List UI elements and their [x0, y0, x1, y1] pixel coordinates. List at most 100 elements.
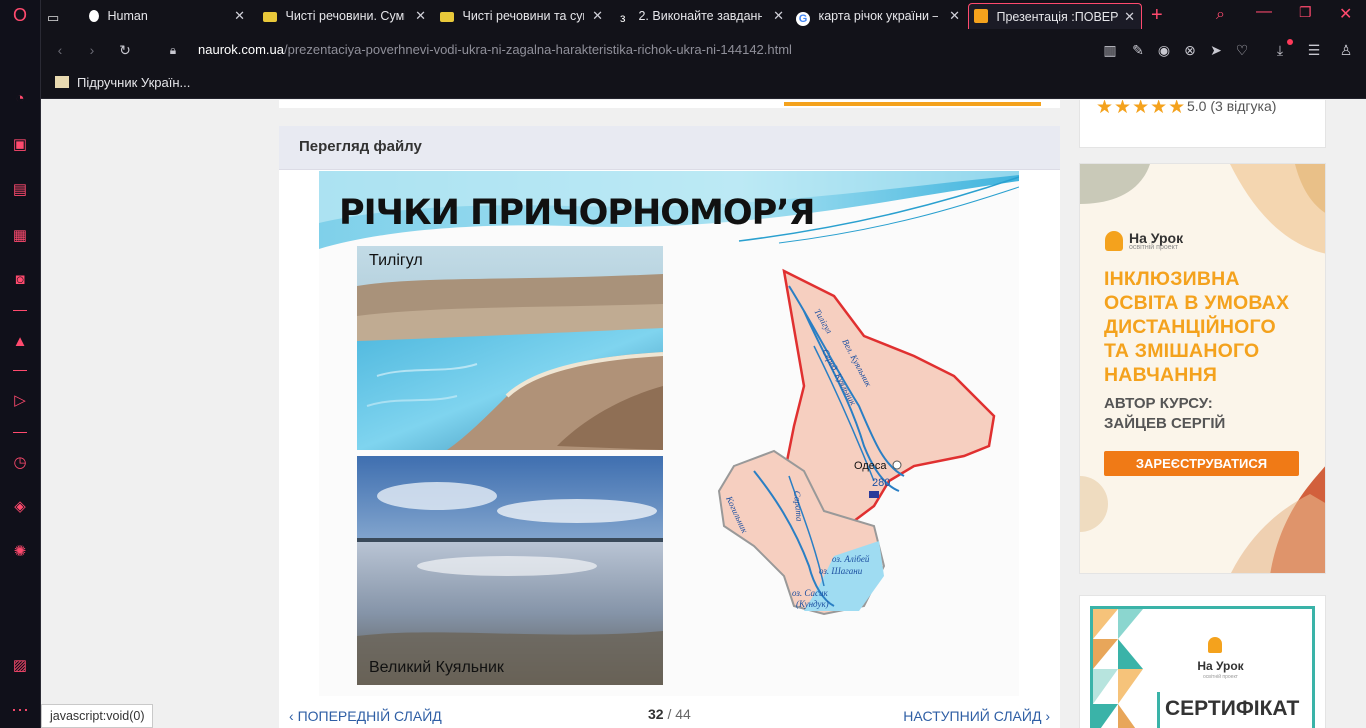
- ad-author-label: АВТОР КУРСУ:: [1104, 395, 1213, 412]
- new-tab-plus-icon[interactable]: +: [1151, 4, 1163, 27]
- presentation-slide[interactable]: РІЧКИ ПРИЧОРНОМОР’Я Тилігул Великий Куял…: [319, 171, 1019, 696]
- close-tab-icon[interactable]: ✕: [415, 3, 426, 29]
- more-dots-icon[interactable]: ⋯: [10, 700, 30, 720]
- file-viewer: Перегляд файлу РІЧКИ ПРИЧОРНОМОР’Я Тиліг…: [279, 126, 1060, 728]
- map-label-shagany: оз. Шагани: [819, 566, 863, 576]
- tab-bar: ▭ Human ✕ Чисті речовини. Суміші ✕ Чисті…: [41, 0, 1366, 31]
- history-icon[interactable]: ◷: [10, 453, 30, 473]
- tab-title: Презентація :ПОВЕРХН: [996, 10, 1118, 24]
- close-tab-icon[interactable]: ✕: [234, 3, 245, 29]
- cert-brand: На Урок: [1197, 659, 1244, 673]
- ad-brand-sub: освітній проект: [1129, 244, 1178, 251]
- viewer-header: Перегляд файлу: [279, 126, 1060, 170]
- briefcase-icon[interactable]: ▣: [10, 135, 30, 155]
- course-ad[interactable]: На Урок освітній проект ІНКЛЮЗИВНА ОСВІТ…: [1079, 163, 1326, 574]
- send-icon[interactable]: ➤: [1207, 41, 1225, 59]
- register-button[interactable]: ЗАРЕЄСТРУВАТИСЯ: [1104, 451, 1299, 476]
- rating-stars: ★★★★★: [1096, 100, 1187, 118]
- edit-icon[interactable]: ✎: [1129, 41, 1147, 59]
- document-icon: з: [620, 11, 626, 25]
- prev-slide-link[interactable]: ‹ ПОПЕРЕДНІЙ СЛАЙД: [289, 708, 442, 724]
- prev-slide-label: ПОПЕРЕДНІЙ СЛАЙД: [297, 708, 442, 724]
- tyligul-aerial-image: [357, 246, 663, 450]
- player-icon[interactable]: ▷: [10, 391, 30, 411]
- speedometer-icon[interactable]: ◔: [10, 89, 30, 109]
- certificate-frame: На Урок освітній проект СЕРТИФІКАТ: [1090, 606, 1315, 728]
- back-icon[interactable]: ‹: [51, 41, 69, 59]
- minimize-icon[interactable]: —: [1256, 3, 1272, 21]
- address-bar[interactable]: naurok.com.ua/prezentaciya-poverhnevi-vo…: [198, 42, 792, 57]
- image-icon[interactable]: ▨: [10, 656, 30, 676]
- tab-human[interactable]: Human ✕: [83, 3, 251, 29]
- bookmark-item[interactable]: Підручник Україн...: [55, 75, 190, 90]
- adblock-icon[interactable]: ⊗: [1181, 41, 1199, 59]
- rating-text: 5.0 (3 відгука): [1187, 100, 1276, 114]
- sidebar-divider: [13, 370, 27, 371]
- download-icon[interactable]: ⤓: [1271, 41, 1289, 59]
- ad-headline-line: ТА ЗМІШАНОГО: [1104, 340, 1260, 362]
- reader-icon[interactable]: ▥: [1101, 41, 1119, 59]
- tab-google[interactable]: G карта річок україни – ✕: [791, 3, 966, 29]
- twitch-icon[interactable]: ▤: [10, 180, 30, 200]
- rivers-map: Одеса 280 Тилігул Вел. Куяльник Серед. К…: [717, 268, 996, 616]
- map-label-alibei: оз. Алібей: [832, 554, 870, 564]
- google-icon: G: [796, 12, 810, 26]
- forward-icon[interactable]: ›: [83, 41, 101, 59]
- status-bar: javascript:void(0): [41, 704, 154, 728]
- search-tabs-icon[interactable]: ⌕: [1216, 6, 1225, 24]
- tab-naurok-active[interactable]: Презентація :ПОВЕРХН ✕: [968, 3, 1142, 29]
- photo-caption: Тилігул: [369, 252, 423, 269]
- lock-icon[interactable]: 🔒︎: [164, 41, 182, 59]
- close-tab-icon[interactable]: ✕: [773, 3, 784, 29]
- tab-title: 2. Виконайте завданн: [638, 9, 763, 23]
- next-slide-label: НАСТУПНИЙ СЛАЙД: [903, 708, 1042, 724]
- kuyalnyk-lake-image: [357, 456, 663, 685]
- photo-kuyalnyk: Великий Куяльник: [357, 456, 663, 685]
- previous-card-edge: [279, 100, 1060, 108]
- settings-gear-icon[interactable]: ✺: [10, 542, 30, 562]
- browser-sidebar: O ◔ ▣ ▤ ▦ ◙ ▲ ▷ ◷ ◈ ✺ ▨ ⋯: [0, 0, 41, 728]
- ad-headline: ІНКЛЮЗИВНА ОСВІТА В УМОВАХ ДИСТАНЦІЙНОГО…: [1104, 267, 1289, 387]
- rating-card: ★★★★★ 5.0 (3 відгука): [1079, 100, 1326, 148]
- url-path: /prezentaciya-poverhnevi-vodi-ukra-ni-za…: [284, 42, 792, 57]
- address-toolbar: ‹ › ↻ 🔒︎ naurok.com.ua/prezentaciya-pove…: [41, 31, 1366, 69]
- close-tab-icon[interactable]: ✕: [1124, 4, 1135, 29]
- orange-button-edge: [784, 102, 1041, 106]
- gamepad-icon[interactable]: ◙: [10, 270, 30, 290]
- easy-setup-icon[interactable]: ☰: [1305, 41, 1323, 59]
- notification-dot: [1287, 39, 1293, 45]
- airplane-icon[interactable]: ▲: [10, 332, 30, 352]
- ad-author: АВТОР КУРСУ: ЗАЙЦЕВ СЕРГІЙ: [1104, 394, 1225, 434]
- tab-suma[interactable]: Чисті речовини. Суміші ✕: [257, 3, 432, 29]
- restore-icon[interactable]: ❐: [1299, 4, 1312, 21]
- reload-icon[interactable]: ↻: [116, 41, 134, 59]
- next-slide-link[interactable]: НАСТУПНИЙ СЛАЙД ›: [903, 708, 1050, 724]
- sidebar-divider: [13, 310, 27, 311]
- ad-headline-line: ІНКЛЮЗИВНА: [1104, 268, 1240, 290]
- page-counter: 32 / 44: [648, 706, 691, 722]
- tab-zavdannya[interactable]: з 2. Виконайте завданн ✕: [614, 3, 790, 29]
- certificate-card[interactable]: На Урок освітній проект СЕРТИФІКАТ: [1079, 595, 1326, 728]
- url-host: naurok.com.ua: [198, 42, 284, 57]
- heart-icon[interactable]: ♡: [1233, 41, 1251, 59]
- book-icon: [55, 76, 69, 88]
- close-tab-icon[interactable]: ✕: [949, 3, 960, 29]
- page-content: Перегляд файлу РІЧКИ ПРИЧОРНОМОР’Я Тиліг…: [41, 100, 1350, 728]
- chip-icon[interactable]: ▦: [10, 226, 30, 246]
- tab-gamepad[interactable]: ▭: [47, 3, 77, 29]
- gamepad-icon: ▭: [47, 10, 60, 25]
- profile-icon[interactable]: ♙: [1337, 41, 1355, 59]
- document-icon: [263, 12, 277, 22]
- tab-title: Human: [107, 9, 148, 23]
- cube-icon[interactable]: ◈: [10, 497, 30, 517]
- page-total: / 44: [667, 706, 691, 722]
- close-window-icon[interactable]: ✕: [1339, 4, 1352, 24]
- sidebar-divider: [13, 432, 27, 433]
- page-current: 32: [648, 706, 664, 722]
- camera-icon[interactable]: ◉: [1155, 41, 1173, 59]
- map-label-number: 280: [872, 477, 890, 489]
- tab-suma2[interactable]: Чисті речовини та сум ✕: [434, 3, 609, 29]
- opera-logo-icon[interactable]: O: [10, 5, 30, 25]
- close-tab-icon[interactable]: ✕: [592, 3, 603, 29]
- photo-tyligul: Тилігул: [357, 246, 663, 450]
